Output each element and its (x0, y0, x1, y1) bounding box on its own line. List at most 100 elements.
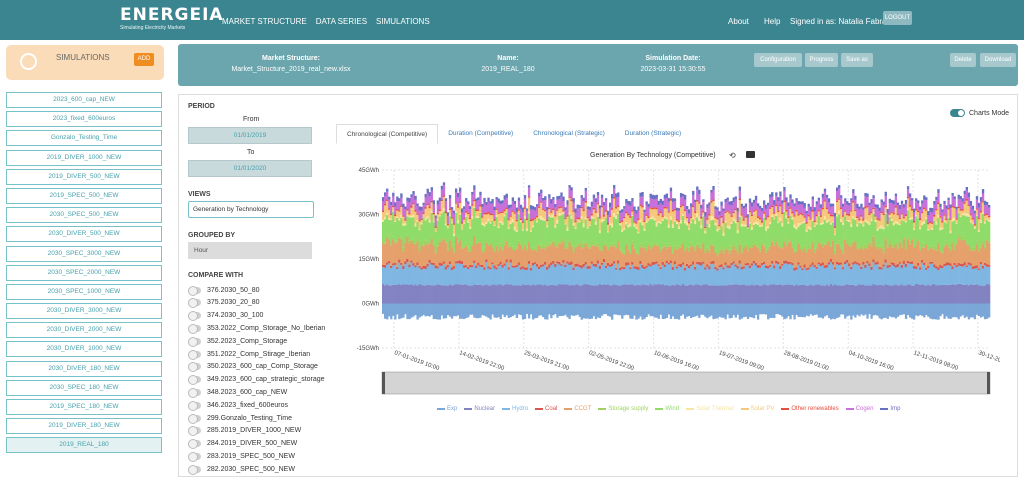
legend-item[interactable]: Cogen (845, 406, 873, 412)
chart-bar-segment (503, 284, 506, 304)
simulation-item[interactable]: 2019_DIVER_1000_NEW (6, 149, 162, 166)
chart-bar-segment (898, 209, 902, 218)
compare-toggle[interactable] (188, 336, 201, 347)
chart-bar-segment (987, 242, 991, 265)
range-handle-right[interactable] (987, 372, 990, 394)
compare-toggle[interactable] (188, 439, 201, 450)
toggle-switch[interactable] (950, 109, 965, 117)
compare-item[interactable]: 374.2030_30_100 (188, 311, 263, 322)
grouped-by-select[interactable]: Hour (188, 242, 312, 259)
compare-toggle[interactable] (188, 349, 201, 360)
compare-item[interactable]: 348.2023_600_cap_NEW (188, 387, 287, 398)
legend-item[interactable]: Wind (655, 406, 679, 412)
help-link[interactable]: Help (764, 17, 780, 26)
compare-toggle[interactable] (188, 451, 201, 462)
compare-item[interactable]: 282.2030_SPEC_500_NEW (188, 464, 295, 475)
chart-bar-segment (767, 249, 770, 266)
simulation-item[interactable]: 2019_DIVER_500_NEW (6, 168, 162, 185)
configuration-button[interactable]: Configuration (754, 53, 802, 67)
simulation-item[interactable]: 2019_SPEC_500_NEW (6, 187, 162, 204)
about-link[interactable]: About (728, 17, 749, 26)
reset-icon[interactable]: ⟲ (729, 151, 736, 160)
legend-item[interactable]: Exp (437, 406, 457, 412)
compare-item[interactable]: 346.2023_fixed_600euros (188, 400, 288, 411)
tab-chronological-strategic[interactable]: Chronological (Strategic) (523, 124, 615, 144)
simulation-item[interactable]: 2030_DIVER_1000_NEW (6, 341, 162, 358)
compare-toggle[interactable] (188, 375, 201, 386)
simulation-item[interactable]: 2030_SPEC_500_NEW (6, 207, 162, 224)
simulation-item[interactable]: 2019_SPEC_180_NEW (6, 399, 162, 415)
simulation-item[interactable]: 2030_SPEC_2000_NEW (6, 264, 162, 281)
nav-simulations[interactable]: SIMULATIONS (376, 17, 430, 26)
nav-data-series[interactable]: DATA SERIES (316, 17, 367, 26)
range-slider[interactable] (381, 371, 991, 395)
legend-item[interactable]: Solar Thermal (686, 406, 734, 412)
simulation-item[interactable]: 2019_REAL_180 (6, 437, 162, 454)
compare-item[interactable]: 351.2022_Comp_Stirage_Iberian (188, 349, 310, 360)
compare-item[interactable]: 376.2030_50_80 (188, 285, 260, 296)
legend-item[interactable]: Solar PV (740, 406, 774, 412)
compare-item[interactable]: 299.Gonzalo_Testing_Time (188, 413, 292, 424)
legend-item[interactable]: Nuclear (464, 406, 495, 412)
delete-button[interactable]: Delete (950, 53, 976, 67)
simulation-item[interactable]: 2030_SPEC_3000_NEW (6, 245, 162, 262)
simulation-item[interactable]: 2019_DIVER_180_NEW (6, 418, 162, 435)
simulation-item[interactable]: 2030_SPEC_1000_NEW (6, 283, 162, 300)
from-date-input[interactable]: 01/01/2019 (188, 127, 312, 144)
image-download-icon[interactable] (746, 151, 755, 158)
chart-bar-segment (550, 244, 553, 263)
legend-item[interactable]: Hydro (502, 406, 528, 412)
simulation-item[interactable]: 2030_DIVER_2000_NEW (6, 322, 162, 339)
tab-duration-strategic[interactable]: Duration (Strategic) (615, 124, 691, 144)
charts-mode-toggle[interactable]: Charts Mode (950, 109, 1009, 117)
compare-toggle[interactable] (188, 285, 201, 296)
simulation-item[interactable]: 2023_600_cap_NEW (6, 92, 162, 108)
compare-toggle[interactable] (188, 464, 201, 475)
views-select[interactable]: Generation by Technology (188, 201, 314, 218)
compare-toggle[interactable] (188, 426, 201, 437)
legend-item[interactable]: Other renewables (781, 406, 839, 412)
chart-bar-segment (661, 284, 665, 304)
legend-item[interactable]: Imp (880, 406, 900, 412)
app-logo[interactable]: ENERGEIA Simulating Electricity Markets (120, 6, 224, 31)
compare-toggle[interactable] (188, 298, 201, 309)
compare-item[interactable]: 285.2019_DIVER_1000_NEW (188, 426, 301, 437)
simulation-item[interactable]: 2030_SPEC_180_NEW (6, 379, 162, 396)
progress-button[interactable]: Progress (805, 53, 838, 67)
legend-item[interactable]: Coal (535, 406, 557, 412)
compare-item[interactable]: 284.2019_DIVER_500_NEW (188, 439, 297, 450)
compare-toggle[interactable] (188, 413, 201, 424)
simulation-item[interactable]: 2030_DIVER_180_NEW (6, 360, 162, 377)
save-as-button[interactable]: Save as (841, 53, 873, 67)
legend-item[interactable]: Storage supply (598, 406, 648, 412)
logout-button[interactable]: LOGOUT (883, 11, 912, 25)
simulation-item[interactable]: 2030_DIVER_3000_NEW (6, 303, 162, 320)
compare-item[interactable]: 283.2019_SPEC_500_NEW (188, 451, 295, 462)
compare-toggle[interactable] (188, 387, 201, 398)
range-handle-left[interactable] (382, 372, 385, 394)
tab-duration-competitive[interactable]: Duration (Competitive) (438, 124, 523, 144)
nav-market-structure[interactable]: MARKET STRUCTURE (222, 17, 307, 26)
compare-toggle[interactable] (188, 362, 201, 373)
compare-item[interactable]: 350.2023_600_cap_Comp_Storage (188, 362, 318, 373)
compare-item[interactable]: 352.2023_Comp_Storage (188, 336, 287, 347)
compare-toggle[interactable] (188, 400, 201, 411)
chart-bar-segment (392, 205, 395, 208)
chart-bar-segment (584, 261, 587, 265)
chart-bar-segment (758, 267, 762, 286)
legend-item[interactable]: CCGT (564, 406, 591, 412)
download-button[interactable]: Download (980, 53, 1016, 67)
compare-item[interactable]: 353.2022_Comp_Storage_No_Iberian (188, 323, 325, 334)
compare-toggle[interactable] (188, 323, 201, 334)
tab-chronological-competitive[interactable]: Chronological (Competitive) (336, 124, 439, 144)
compare-item[interactable]: 349.2023_600_cap_strategic_storage (188, 375, 325, 386)
compare-item[interactable]: 375.2030_20_80 (188, 298, 260, 309)
simulation-item[interactable]: Gonzalo_Testing_Time (6, 130, 162, 147)
to-date-input[interactable]: 01/01/2020 (188, 160, 312, 177)
add-simulation-button[interactable]: ADD (134, 53, 154, 66)
simulation-item[interactable]: 2023_fixed_600euros (6, 111, 162, 128)
chart-bar-segment (483, 202, 486, 213)
simulation-item[interactable]: 2030_DIVER_500_NEW (6, 226, 162, 243)
compare-toggle[interactable] (188, 311, 201, 322)
generation-chart[interactable]: 45GWh30GWh15GWh0GWh-15GWh07-01-2019 10:0… (340, 160, 1000, 400)
